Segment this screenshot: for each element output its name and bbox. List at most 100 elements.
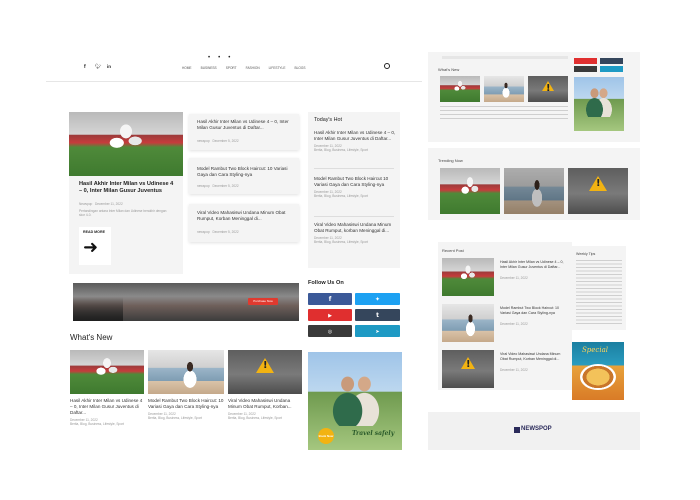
read-more-button[interactable]: READ MORE ➜ — [79, 227, 111, 265]
facebook-follow-button[interactable]: f — [308, 293, 352, 305]
hot-item-tags: Berita, Blog, Business, Lifestyle, Sport — [314, 240, 369, 244]
mid-item-title[interactable]: Hasil Akhir Inter Milan vs Udinese 4 – 0… — [197, 119, 293, 131]
facebook-icon[interactable]: f — [84, 64, 86, 70]
right-whats-new-image[interactable] — [528, 76, 568, 102]
instagram-follow-button[interactable]: ◎ — [308, 325, 352, 337]
social-mini-red[interactable] — [574, 58, 597, 64]
nav-item-blogs[interactable]: BLOGS — [294, 66, 305, 70]
mid-list-item[interactable]: Viral Video Mahasiswi Undana Minum Obat … — [189, 204, 299, 242]
follow-heading: Follow Us On — [308, 280, 344, 286]
recent-date: December 11, 2022 — [500, 368, 528, 372]
whats-new-tags: Berita, Blog, Business, Lifestyle, Sport — [228, 416, 283, 420]
social-mini-dark[interactable] — [600, 58, 623, 64]
food-ad[interactable]: Special — [572, 342, 624, 400]
warning-icon — [542, 80, 554, 94]
youtube-follow-button[interactable]: ▶ — [308, 309, 352, 321]
tumblr-follow-button[interactable]: t — [355, 309, 400, 321]
mid-item-meta: newspop December 5, 2022 — [197, 184, 239, 188]
mid-item-title[interactable]: Model Rambut Two Block Haircut: 10 Varia… — [197, 166, 293, 178]
weekly-lines — [576, 260, 622, 326]
social-mini-teal[interactable] — [600, 66, 623, 72]
mid-list-item[interactable]: Hasil Akhir Inter Milan vs Udinese 4 – 0… — [189, 114, 299, 150]
facebook-icon: f — [328, 296, 332, 303]
site-header: ••• f 🐦︎ in HOME BUSINESS SPORT FASHION … — [46, 52, 422, 82]
todays-hot-item[interactable]: Hasil Akhir Inter Milan vs Udinese 4 – 0… — [314, 130, 396, 152]
todays-hot-item[interactable]: Viral Video Mahasiswi Undana Minum Obat … — [314, 222, 396, 244]
read-more-label: READ MORE — [83, 230, 105, 234]
whats-new-heading: What's New — [70, 333, 113, 342]
telegram-follow-button[interactable]: ➤ — [355, 325, 400, 337]
whats-new-card[interactable]: Viral Video Mahasiswi Undana Minum Obat … — [228, 350, 302, 420]
hot-item-title[interactable]: Hasil Akhir Inter Milan vs Udinese 4 – 0… — [314, 130, 396, 142]
search-icon[interactable] — [384, 63, 390, 69]
right-whats-new-image[interactable] — [440, 76, 480, 102]
trending-section: Trending Now — [428, 148, 640, 220]
right-whats-new-image[interactable] — [484, 76, 524, 102]
featured-card[interactable]: Hasil Akhir Inter Milan vs Udinese 4 – 0… — [69, 112, 183, 274]
mid-item-meta: newspop December 5, 2022 — [197, 230, 239, 234]
hot-item-title[interactable]: Model Rambut Two Block Haircut 10 Varias… — [314, 176, 396, 188]
trending-image[interactable] — [504, 168, 564, 214]
featured-author: Newspop — [79, 202, 93, 206]
whats-new-tags: Berita, Blog, Business, Lifestyle, Sport — [70, 422, 125, 426]
mid-list-item[interactable]: Model Rambut Two Block Haircut: 10 Varia… — [189, 158, 299, 194]
twitter-follow-button[interactable]: ✦ — [355, 293, 400, 305]
left-page: ••• f 🐦︎ in HOME BUSINESS SPORT FASHION … — [46, 52, 422, 462]
hot-item-title[interactable]: Viral Video Mahasiswi Undana Minum Obat … — [314, 222, 396, 234]
whats-new-image — [148, 350, 224, 394]
social-mini-gray[interactable] — [574, 66, 597, 72]
hot-item-tags: Berita, Blog, Business, Lifestyle, Sport — [314, 148, 369, 152]
nav-item-home[interactable]: HOME — [182, 66, 192, 70]
recent-heading: Recent Post — [442, 248, 464, 253]
right-text-lines — [440, 106, 568, 122]
whats-new-title[interactable]: Hasil Akhir Inter Milan vs Udinese 4 – 0… — [70, 398, 144, 416]
todays-hot-item[interactable]: Model Rambut Two Block Haircut 10 Varias… — [314, 176, 396, 198]
nav-item-fashion[interactable]: FASHION — [246, 66, 260, 70]
right-travel-ad[interactable] — [574, 77, 624, 131]
recent-image[interactable] — [442, 304, 494, 342]
whats-new-title[interactable]: Model Rambut Two Block Haircut: 10 Varia… — [148, 398, 224, 410]
recent-image[interactable] — [442, 350, 494, 388]
right-whats-new-heading: What's New — [438, 67, 460, 72]
recent-title[interactable]: Viral Video Mahasiswi Undana Minum Obat … — [500, 352, 568, 362]
banner-trees — [73, 297, 123, 321]
mid-item-meta: newspop December 5, 2022 — [197, 139, 239, 143]
weekly-heading: Weekly Tips — [576, 252, 596, 256]
twitter-icon: ✦ — [374, 296, 381, 303]
featured-image — [69, 112, 183, 176]
trending-image[interactable] — [568, 168, 628, 214]
recent-image[interactable] — [442, 258, 494, 296]
whats-new-title[interactable]: Viral Video Mahasiswi Undana Minum Obat … — [228, 398, 302, 410]
whats-new-image — [228, 350, 302, 394]
nav-item-sport[interactable]: SPORT — [226, 66, 237, 70]
warning-icon — [461, 356, 475, 370]
recent-date: December 11, 2022 — [500, 322, 528, 326]
divider — [314, 168, 394, 169]
recent-title[interactable]: Hasil Akhir Inter Milan vs Udinese 4 – 0… — [500, 260, 568, 270]
telegram-icon: ➤ — [375, 329, 380, 335]
twitter-icon[interactable]: 🐦︎ — [95, 64, 101, 70]
nav-item-business[interactable]: BUSINESS — [201, 66, 217, 70]
banner-ad[interactable]: Purchase Now — [73, 283, 299, 321]
warning-icon — [256, 357, 274, 373]
whats-new-card[interactable]: Hasil Akhir Inter Milan vs Udinese 4 – 0… — [70, 350, 144, 426]
featured-excerpt: Pertandingan antara Inter Milan dan Udin… — [79, 209, 167, 217]
whats-new-card[interactable]: Model Rambut Two Block Haircut: 10 Varia… — [148, 350, 224, 420]
recent-title[interactable]: Model Rambut Two Block Haircut: 10 Varia… — [500, 306, 568, 316]
whats-new-image — [70, 350, 144, 394]
logo-dots: ••• — [208, 55, 239, 61]
right-travel-people — [584, 83, 614, 117]
footer-logo[interactable]: NEWSPOP — [521, 426, 552, 432]
right-page: What's New Trending Now Recent Post Hasi… — [428, 52, 640, 462]
travel-ad[interactable]: Travel safely Book Now — [308, 352, 402, 450]
trending-image[interactable] — [440, 168, 500, 214]
featured-title[interactable]: Hasil Akhir Inter Milan vs Udinese 4 – 0… — [79, 181, 177, 195]
todays-hot-panel: Today's Hot Hasil Akhir Inter Milan vs U… — [308, 112, 400, 268]
purchase-now-button[interactable]: Purchase Now — [248, 298, 278, 305]
book-now-badge[interactable]: Book Now — [318, 428, 334, 444]
mid-item-title[interactable]: Viral Video Mahasiswi Undana Minum Obat … — [197, 210, 293, 222]
right-whats-new-section: What's New — [428, 52, 640, 142]
recent-date: December 11, 2022 — [500, 276, 528, 280]
nav-item-lifestyle[interactable]: LIFESTYLE — [269, 66, 286, 70]
linkedin-icon[interactable]: in — [107, 64, 111, 69]
